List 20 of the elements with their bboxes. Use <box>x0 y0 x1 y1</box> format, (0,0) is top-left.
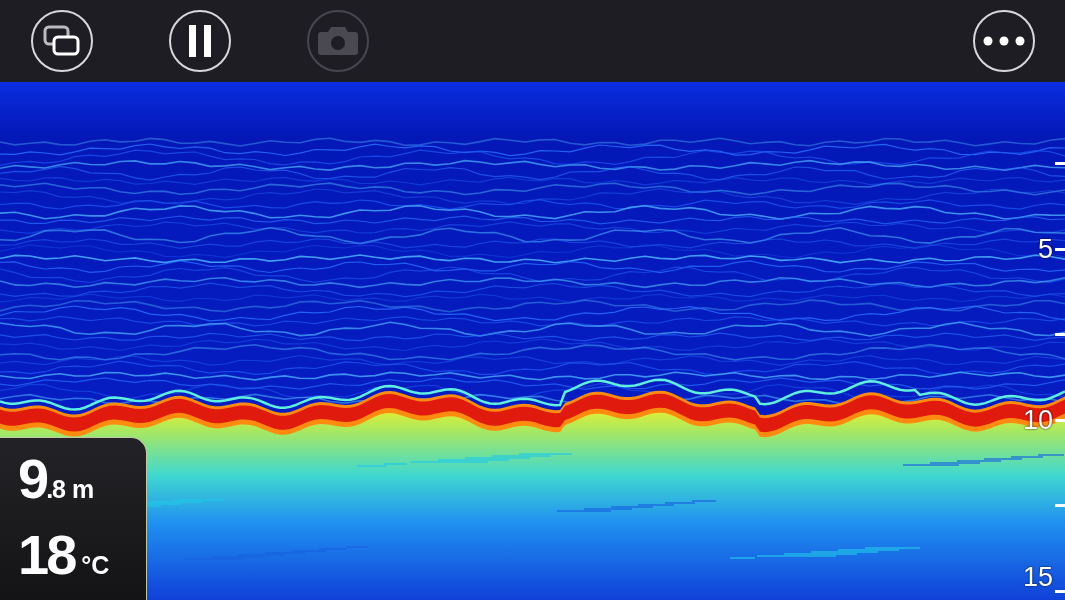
pause-icon <box>188 25 212 57</box>
more-icon <box>983 36 1025 46</box>
scale-tick <box>1055 418 1065 422</box>
windows-button[interactable] <box>31 10 93 72</box>
scale-tick <box>1055 162 1065 165</box>
scale-tick <box>1055 247 1065 251</box>
depth-label: 15 <box>1022 562 1053 592</box>
depth-unit: m <box>72 475 95 504</box>
windows-icon <box>43 25 81 57</box>
pause-button[interactable] <box>169 10 231 72</box>
more-button[interactable] <box>973 10 1035 72</box>
scale-tick <box>1055 333 1065 337</box>
scale-tick <box>1055 590 1065 593</box>
depth-label: 5 <box>1037 233 1053 264</box>
temperature-value: 18 <box>18 526 75 584</box>
scale-tick <box>1055 504 1065 508</box>
temperature-unit: °C <box>81 551 110 580</box>
depth-decimal: .8 <box>46 475 65 504</box>
camera-icon <box>318 27 358 55</box>
depth-value: 9 <box>18 450 47 508</box>
